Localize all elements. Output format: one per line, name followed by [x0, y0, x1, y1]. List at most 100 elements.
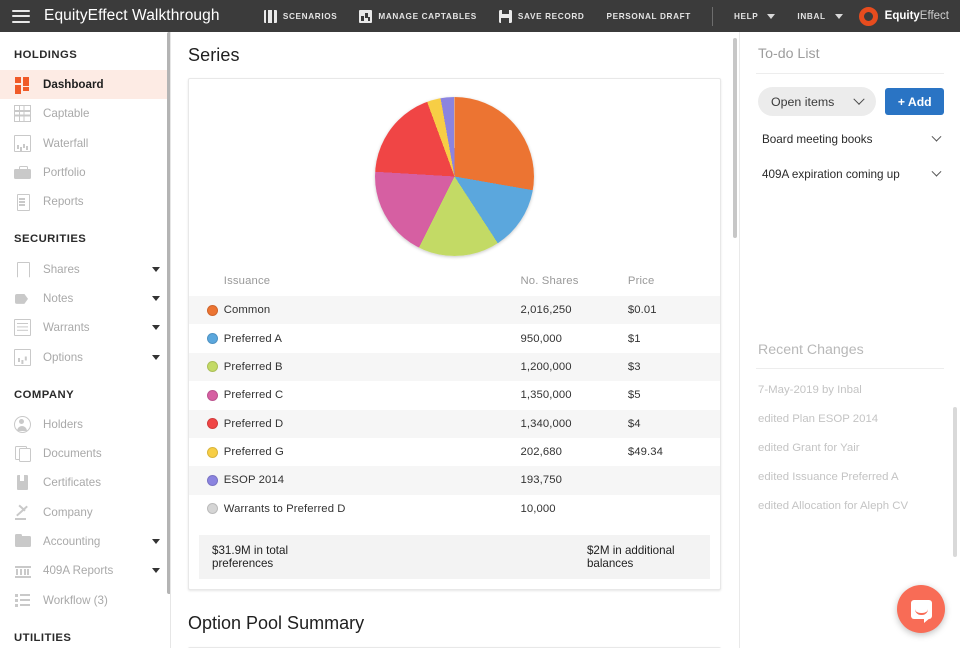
todo-item[interactable]: 409A expiration coming up — [756, 157, 944, 192]
totals-bar: $31.9M in total preferences $2M in addit… — [199, 535, 710, 579]
brand-logo: EquityEffect — [854, 6, 960, 26]
open-items-dropdown[interactable]: Open items — [758, 87, 877, 116]
row-issuance: Common — [223, 304, 271, 317]
table-row[interactable]: Warrants to Preferred D 10,000 — [189, 495, 720, 523]
chevron-down-icon[interactable] — [152, 295, 160, 301]
film-icon — [263, 9, 277, 23]
chevron-down-icon — [767, 13, 776, 19]
top-bar: EquityEffect Walkthrough SCENARIOS MANAG… — [0, 0, 960, 32]
chevron-down-icon[interactable] — [931, 166, 942, 177]
table-row[interactable]: Common 2,016,250 $0.01 — [189, 296, 720, 325]
sidebar-item-label: Reports — [43, 195, 84, 209]
row-price: $4 — [627, 417, 641, 430]
todo-spacer — [756, 192, 944, 342]
chat-smile-icon — [914, 609, 928, 615]
sidebar-item-reports[interactable]: Reports — [0, 187, 170, 216]
sidebar-item-warrants[interactable]: Warrants — [0, 313, 170, 342]
folder-icon — [14, 533, 31, 550]
sidebar-item-captable[interactable]: Captable — [0, 99, 170, 128]
sidebar-item-portfolio[interactable]: Portfolio — [0, 158, 170, 187]
nav-personal-draft[interactable]: PERSONAL DRAFT — [595, 0, 701, 32]
nav-user-menu[interactable]: INBAL — [786, 0, 853, 32]
todo-item[interactable]: Board meeting books — [756, 122, 944, 157]
sidebar-item-notes[interactable]: Notes — [0, 284, 170, 313]
chevron-down-icon[interactable] — [152, 539, 160, 544]
recent-changes-title: Recent Changes — [758, 342, 864, 358]
page-title: Series — [188, 45, 240, 65]
th-price: Price — [627, 275, 655, 287]
bookmark-icon — [14, 261, 31, 278]
right-panel: To-do List Open items + Add Board meetin… — [739, 32, 960, 648]
copy-icon — [14, 445, 31, 462]
sidebar-item-shares[interactable]: Shares — [0, 254, 170, 283]
row-shares: 193,750 — [520, 474, 563, 487]
table-header-row: Issuance No. Shares Price — [189, 269, 720, 296]
main-scrollbar[interactable] — [733, 38, 737, 238]
bank-icon — [14, 562, 31, 579]
chevron-down-icon[interactable] — [931, 131, 942, 142]
sidebar-item-accounting[interactable]: Accounting — [0, 527, 170, 556]
nav-scenarios[interactable]: SCENARIOS — [253, 0, 349, 32]
row-shares: 1,350,000 — [520, 389, 572, 402]
briefcase-icon — [14, 164, 31, 181]
th-issuance: Issuance — [223, 275, 271, 287]
sidebar-item-label: Notes — [43, 291, 74, 305]
hamburger-menu-icon[interactable] — [12, 9, 30, 23]
todo-list: Board meeting books 409A expiration comin… — [756, 122, 944, 192]
nav-help[interactable]: HELP — [723, 0, 786, 32]
recent-change-item[interactable]: 7-May-2019 by Inbal — [756, 375, 944, 404]
row-price — [628, 466, 720, 494]
row-issuance: Preferred A — [223, 332, 283, 345]
table-row[interactable]: Preferred B 1,200,000 $3 — [189, 352, 720, 382]
nav-scenarios-label: SCENARIOS — [282, 11, 338, 21]
series-pie-chart[interactable] — [375, 97, 534, 256]
sidebar-item-certificates[interactable]: Certificates — [0, 468, 170, 497]
recent-change-item[interactable]: edited Plan ESOP 2014 — [756, 404, 944, 433]
table-row[interactable]: ESOP 2014 193,750 — [189, 466, 720, 495]
nav-manage-captables[interactable]: MANAGE CAPTABLES — [348, 0, 488, 32]
table-row[interactable]: Preferred A 950,000 $1 — [189, 324, 720, 352]
sidebar-item-company[interactable]: Company — [0, 498, 170, 527]
recent-change-item[interactable]: edited Issuance Preferred A — [756, 462, 944, 491]
row-shares: 1,200,000 — [520, 360, 572, 373]
gavel-icon — [14, 504, 31, 521]
sidebar-item-dashboard[interactable]: Dashboard — [0, 70, 170, 100]
nav-divider — [711, 6, 713, 26]
recent-change-item[interactable]: edited Grant for Yair — [756, 433, 944, 462]
nav-save-record[interactable]: SAVE RECORD — [488, 0, 596, 32]
chat-bubble-button[interactable] — [897, 585, 945, 633]
chevron-down-icon[interactable] — [152, 354, 160, 360]
right-panel-scrollbar[interactable] — [953, 407, 957, 557]
sidebar-item-options[interactable]: Options — [0, 342, 170, 371]
sidebar-section-company: COMPANY — [14, 388, 75, 401]
chevron-down-icon[interactable] — [152, 266, 160, 272]
sidebar-item-label: 409A Reports — [43, 564, 114, 578]
series-color-dot — [207, 333, 218, 345]
table-row[interactable]: Preferred D 1,340,000 $4 — [189, 409, 720, 438]
brand-light: Effect — [919, 10, 949, 22]
table-row[interactable]: Preferred C 1,350,000 $5 — [189, 381, 720, 409]
chevron-down-icon[interactable] — [152, 325, 160, 331]
sidebar-item-holders[interactable]: Holders — [0, 410, 170, 439]
sidebar-item-waterfall[interactable]: Waterfall — [0, 129, 170, 158]
series-table: Issuance No. Shares Price Common 2,016,25… — [189, 269, 720, 523]
table-row[interactable]: Preferred G 202,680 $49.34 — [189, 438, 720, 466]
row-price: $3 — [627, 360, 641, 373]
row-color-dot-cell — [189, 410, 224, 438]
sidebar-item-409a-reports[interactable]: 409A Reports — [0, 556, 170, 585]
dashboard-icon — [14, 76, 31, 93]
recent-change-item[interactable]: edited Allocation for Aleph CV — [756, 491, 944, 520]
chevron-down-icon — [853, 93, 866, 105]
total-preferences: $31.9M in total preferences — [212, 544, 289, 570]
sidebar-item-workflow-3[interactable]: Workflow (3) — [0, 585, 170, 614]
floppy-disk-icon — [498, 9, 512, 23]
sidebar-item-documents[interactable]: Documents — [0, 439, 170, 468]
nav-manage-captables-label: MANAGE CAPTABLES — [378, 11, 477, 21]
add-todo-button[interactable]: + Add — [885, 88, 944, 115]
chevron-down-icon[interactable] — [152, 568, 160, 574]
sidebar-section-holdings: HOLDINGS — [14, 49, 78, 61]
sidebar-item-label: Accounting — [43, 535, 101, 548]
tag-icon — [14, 290, 31, 307]
series-pie-wrap — [189, 79, 720, 269]
waterfall-icon — [14, 134, 31, 152]
